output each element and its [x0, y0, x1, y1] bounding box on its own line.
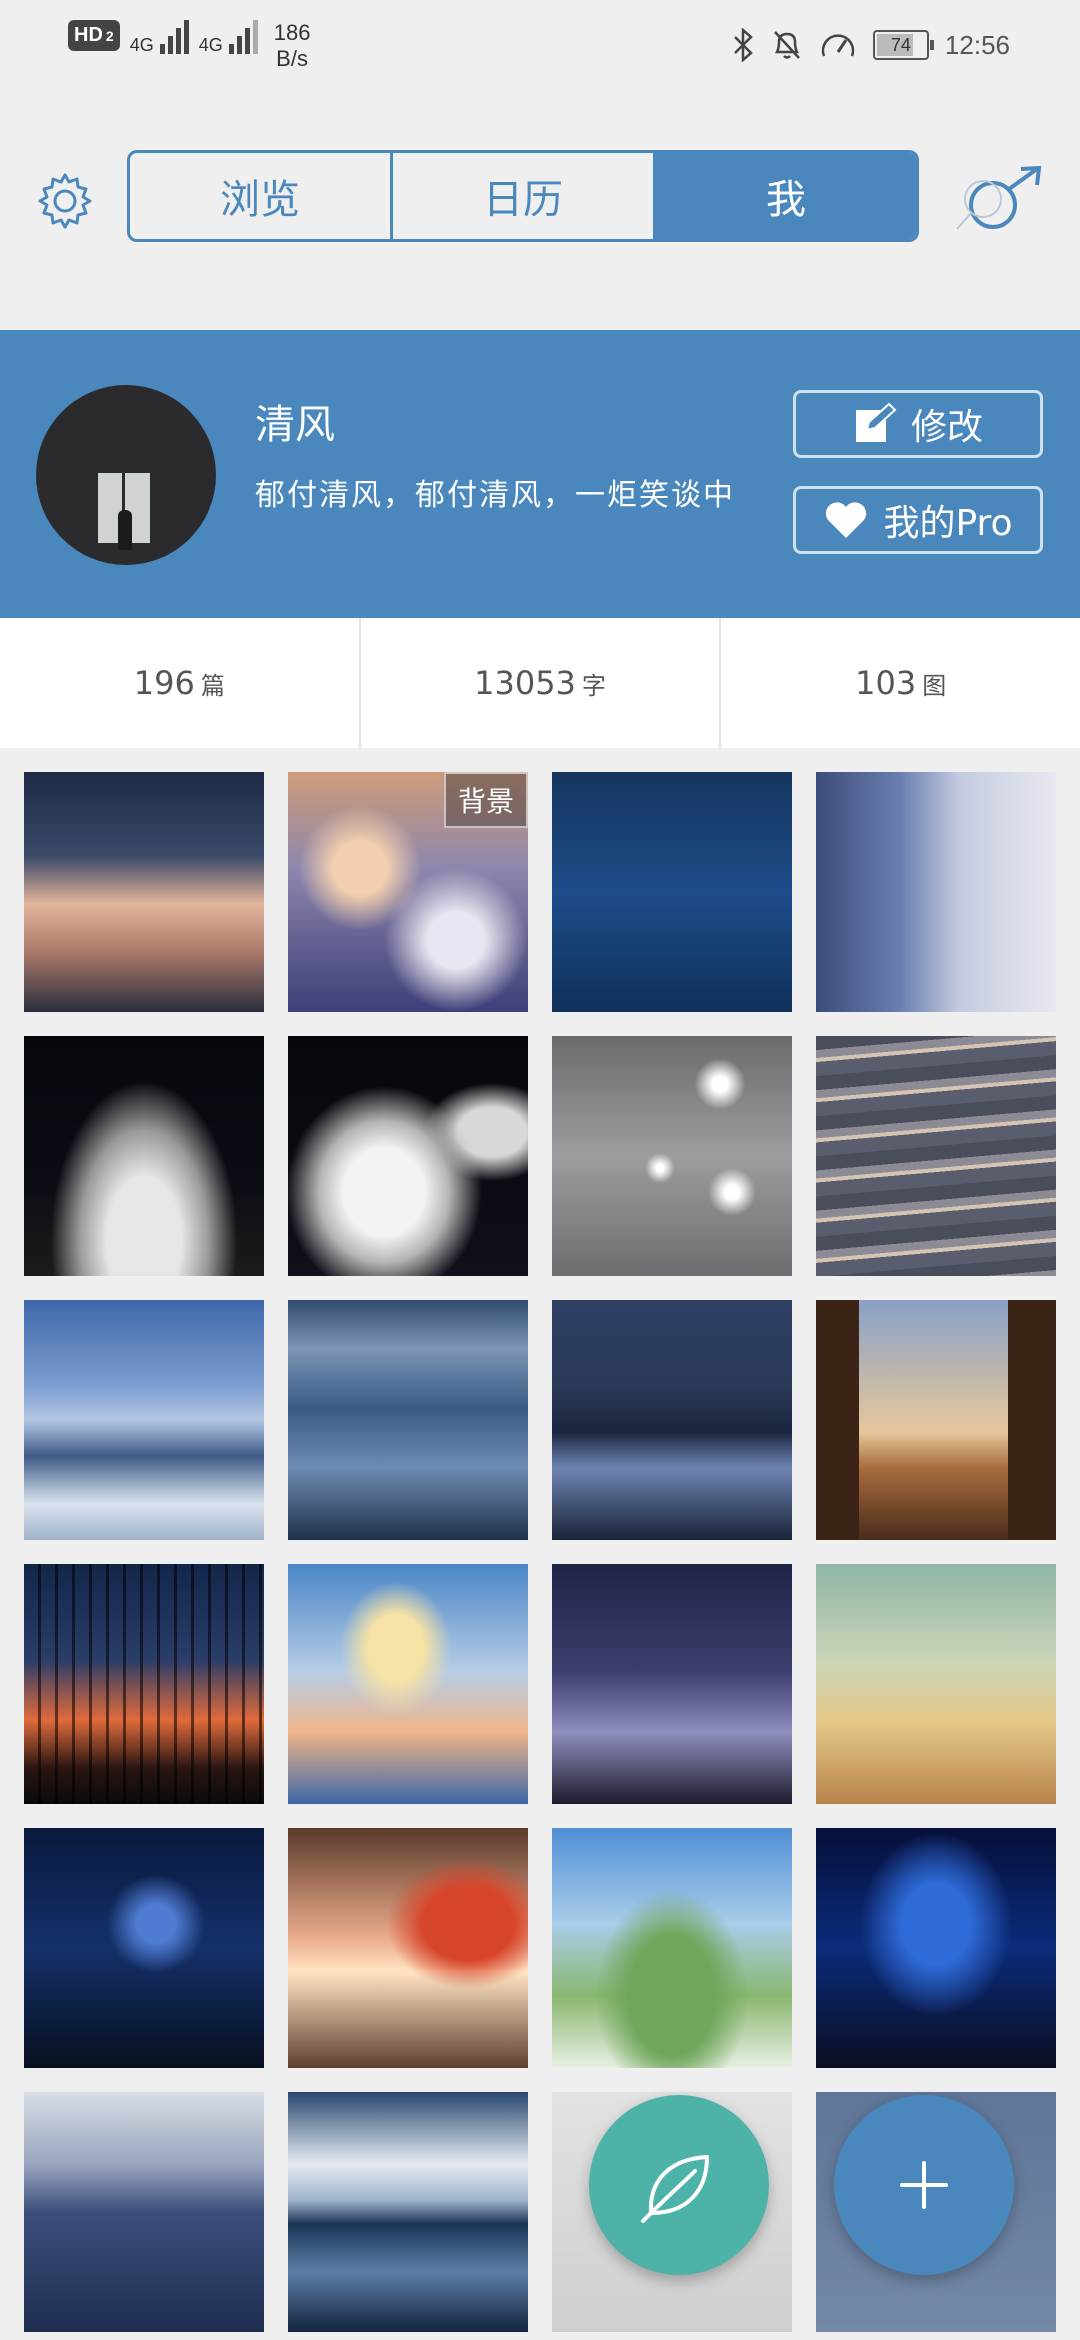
stats-bar: 196 篇 13053 字 103 图 — [0, 618, 1080, 748]
gender-male-icon[interactable] — [955, 165, 1047, 235]
network-speed: 186 B/s — [274, 20, 311, 72]
image-tile[interactable]: 背景 — [288, 772, 528, 1012]
battery-icon: 74 — [872, 30, 934, 60]
image-tile[interactable] — [24, 2092, 264, 2332]
status-bar: HD 2 4G 4G 186 B/s 74 12:56 — [0, 0, 1080, 100]
image-tile[interactable] — [816, 1564, 1056, 1804]
stat-images[interactable]: 103 图 — [721, 618, 1080, 748]
main-tabs: 浏览 日历 我 — [127, 150, 919, 242]
edit-profile-label: 修改 — [910, 407, 983, 448]
clock: 12:56 — [944, 29, 1010, 60]
speed-unit: B/s — [276, 46, 308, 71]
speed-value: 186 — [273, 20, 311, 45]
image-tile[interactable] — [552, 1300, 792, 1540]
add-fab-button[interactable] — [834, 2095, 1014, 2275]
tab-browse[interactable]: 浏览 — [130, 153, 393, 239]
hd-badge: HD 2 — [68, 20, 120, 51]
stat-words[interactable]: 13053 字 — [361, 618, 722, 748]
image-tile[interactable] — [816, 1036, 1056, 1276]
bell-muted-icon — [774, 31, 800, 59]
stat-words-value: 13053 — [474, 664, 576, 702]
image-tile[interactable] — [552, 1036, 792, 1276]
net-label-1: 4G — [129, 35, 154, 55]
edit-profile-button[interactable]: 修改 — [793, 390, 1043, 458]
profile-name: 清风 — [255, 402, 335, 448]
image-tile[interactable] — [288, 1300, 528, 1540]
leaf-fab-button[interactable] — [589, 2095, 769, 2275]
signal-icon-1: 4G — [130, 20, 189, 54]
image-tile[interactable] — [24, 772, 264, 1012]
speedometer-icon — [821, 34, 855, 57]
tab-browse-label: 浏览 — [220, 177, 300, 223]
hd-sub-label: 2 — [105, 28, 114, 44]
tab-me[interactable]: 我 — [656, 153, 916, 239]
image-tile[interactable] — [552, 1564, 792, 1804]
hd-label: HD — [74, 24, 103, 46]
image-tile[interactable] — [288, 1828, 528, 2068]
net-label-2: 4G — [198, 35, 223, 55]
image-tile[interactable] — [24, 1300, 264, 1540]
stat-articles[interactable]: 196 篇 — [0, 618, 361, 748]
image-tile[interactable] — [24, 1036, 264, 1276]
avatar[interactable] — [36, 385, 216, 565]
battery-level: 74 — [890, 34, 911, 55]
plus-icon — [900, 2161, 948, 2209]
stat-articles-unit: 篇 — [200, 671, 225, 700]
tab-me-label: 我 — [766, 177, 806, 223]
bluetooth-icon — [734, 28, 753, 62]
tab-calendar[interactable]: 日历 — [393, 153, 656, 239]
image-tile[interactable] — [552, 1828, 792, 2068]
stat-words-unit: 字 — [581, 671, 606, 700]
my-pro-label: 我的Pro — [883, 503, 1013, 544]
image-tile[interactable] — [552, 772, 792, 1012]
heart-icon — [826, 502, 867, 538]
image-tile[interactable] — [816, 1828, 1056, 2068]
background-tag: 背景 — [443, 772, 528, 828]
stat-images-unit: 图 — [922, 671, 947, 700]
status-left: HD 2 4G 4G 186 B/s — [68, 20, 310, 72]
status-right: 74 12:56 — [731, 28, 1010, 62]
stat-articles-value: 196 — [133, 664, 195, 702]
profile-bio: 郁付清风，郁付清风，一炬笑谈中 — [255, 478, 735, 513]
avatar-figure-image — [118, 510, 132, 550]
tab-calendar-label: 日历 — [483, 177, 563, 223]
stat-images-value: 103 — [855, 664, 917, 702]
image-tile[interactable] — [288, 2092, 528, 2332]
my-pro-button[interactable]: 我的Pro — [793, 486, 1043, 554]
image-tile[interactable] — [288, 1036, 528, 1276]
image-tile[interactable] — [288, 1564, 528, 1804]
settings-gear-icon[interactable] — [34, 170, 96, 232]
image-tile[interactable] — [24, 1828, 264, 2068]
signal-icon-2: 4G — [199, 20, 258, 54]
image-tile[interactable] — [24, 1564, 264, 1804]
edit-icon — [855, 402, 897, 442]
image-tile[interactable] — [816, 772, 1056, 1012]
image-tile[interactable] — [816, 1300, 1056, 1540]
profile-card: 清风 郁付清风，郁付清风，一炬笑谈中 修改 我的Pro — [0, 330, 1080, 618]
leaf-icon — [641, 2155, 709, 2223]
